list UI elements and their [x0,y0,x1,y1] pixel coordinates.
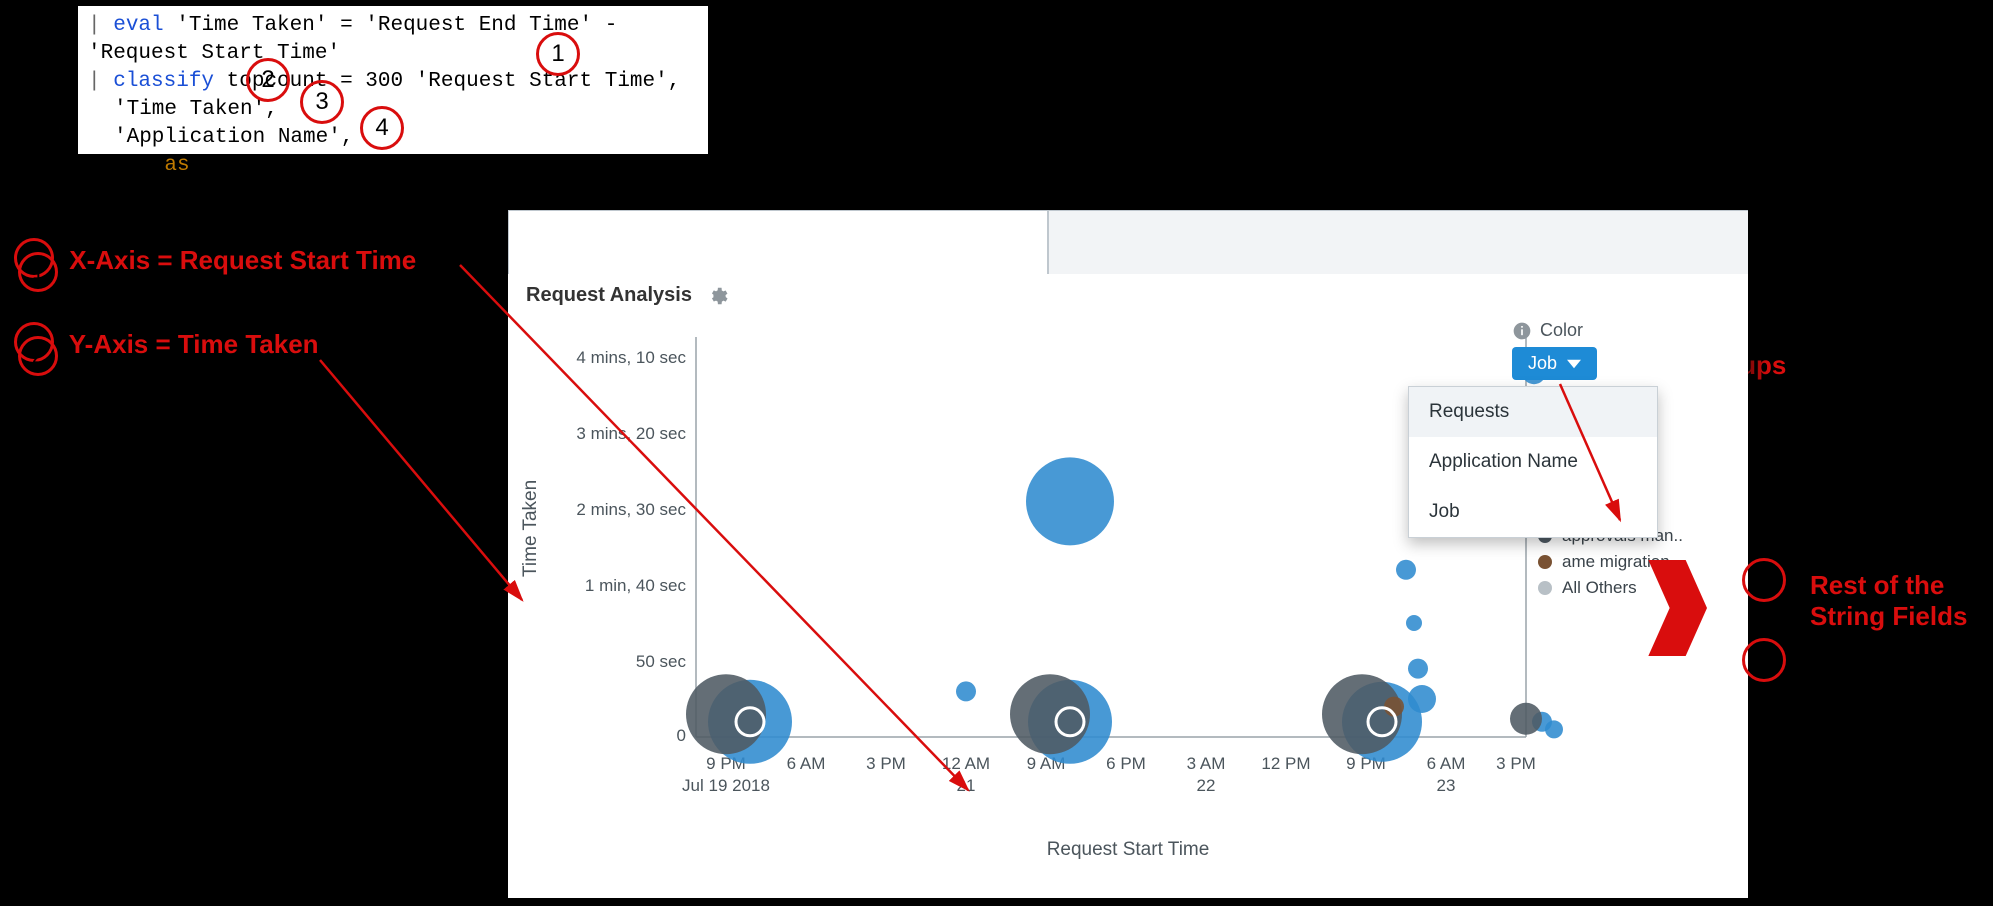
annot-rest-of-string-fields: Rest of the String Fields [1810,570,1967,632]
code-callout-4: 4 [360,106,404,150]
svg-text:12 AM: 12 AM [942,754,990,773]
legend-label: All Others [1562,578,1637,598]
info-icon [1512,321,1532,341]
code-callout-2: 2 [246,58,290,102]
code-line-1: | eval 'Time Taken' = 'Request End Time'… [88,12,698,68]
dropdown-item-requests[interactable]: Requests [1409,387,1657,437]
bubble[interactable] [1408,685,1436,713]
bubble[interactable] [1510,703,1542,735]
svg-text:3 AM: 3 AM [1187,754,1226,773]
dropdown-item-job[interactable]: Job [1409,487,1657,537]
color-select-button[interactable]: Job [1512,347,1597,380]
bubble[interactable] [956,681,976,701]
legend-color-block: Color Job [1512,320,1712,380]
code-callout-1: 1 [536,32,580,76]
dropdown-item-application-name[interactable]: Application Name [1409,437,1657,487]
bubble[interactable] [1396,560,1416,580]
chevron-down-icon [1567,357,1581,371]
bubble[interactable] [1408,659,1428,679]
svg-text:Jul 19 2018: Jul 19 2018 [682,776,770,795]
y-axis-label: Time Taken [520,480,542,577]
svg-text:3 PM: 3 PM [1496,754,1536,773]
chart-panel: Request Analysis Time Taken 4 mins, 10 s… [508,210,1748,898]
annot-yaxis: 12 Y-Axis = Time Taken [14,322,319,370]
bubble[interactable] [1545,720,1563,738]
svg-text:2 mins, 30 sec: 2 mins, 30 sec [576,500,686,519]
query-code-box: | eval 'Time Taken' = 'Request End Time'… [78,6,708,154]
right-callout-4: 4 [1742,638,1786,682]
svg-text:1 min, 40 sec: 1 min, 40 sec [585,576,687,595]
chart-title: Request Analysis [526,284,692,307]
panel-tabbar [508,210,1748,274]
svg-text:6 AM: 6 AM [787,754,826,773]
svg-text:50 sec: 50 sec [636,652,687,671]
legend-swatch [1538,555,1552,569]
right-callout-3: 3 [1742,558,1786,602]
bubble[interactable] [1026,457,1114,545]
svg-text:22: 22 [1197,776,1216,795]
x-axis-label: Request Start Time [508,839,1748,861]
svg-text:12 PM: 12 PM [1261,754,1310,773]
legend-swatch [1538,581,1552,595]
bubble[interactable] [1406,615,1422,631]
big-chevron-right-icon [1640,560,1710,656]
code-line-2: | classify topcount = 300 'Request Start… [88,68,698,96]
svg-text:21: 21 [957,776,976,795]
gear-icon[interactable] [706,285,728,307]
svg-text:6 AM: 6 AM [1427,754,1466,773]
color-label: Color [1540,320,1583,341]
panel-tab-inactive[interactable] [1048,210,1748,274]
code-callout-3: 3 [300,80,344,124]
bubble[interactable] [686,674,766,754]
svg-text:0: 0 [677,726,686,745]
svg-text:6 PM: 6 PM [1106,754,1146,773]
annot-xaxis: 11 X-Axis = Request Start Time [14,238,416,286]
bubble[interactable] [1010,674,1090,754]
code-line-5: Job as 'Request Analysis' [88,152,698,180]
svg-text:3 mins, 20 sec: 3 mins, 20 sec [576,424,686,443]
color-dropdown[interactable]: Requests Application Name Job [1408,386,1658,538]
panel-tab-active[interactable] [508,210,1048,274]
svg-text:3 PM: 3 PM [866,754,906,773]
svg-text:23: 23 [1437,776,1456,795]
svg-text:4 mins, 10 sec: 4 mins, 10 sec [576,348,686,367]
